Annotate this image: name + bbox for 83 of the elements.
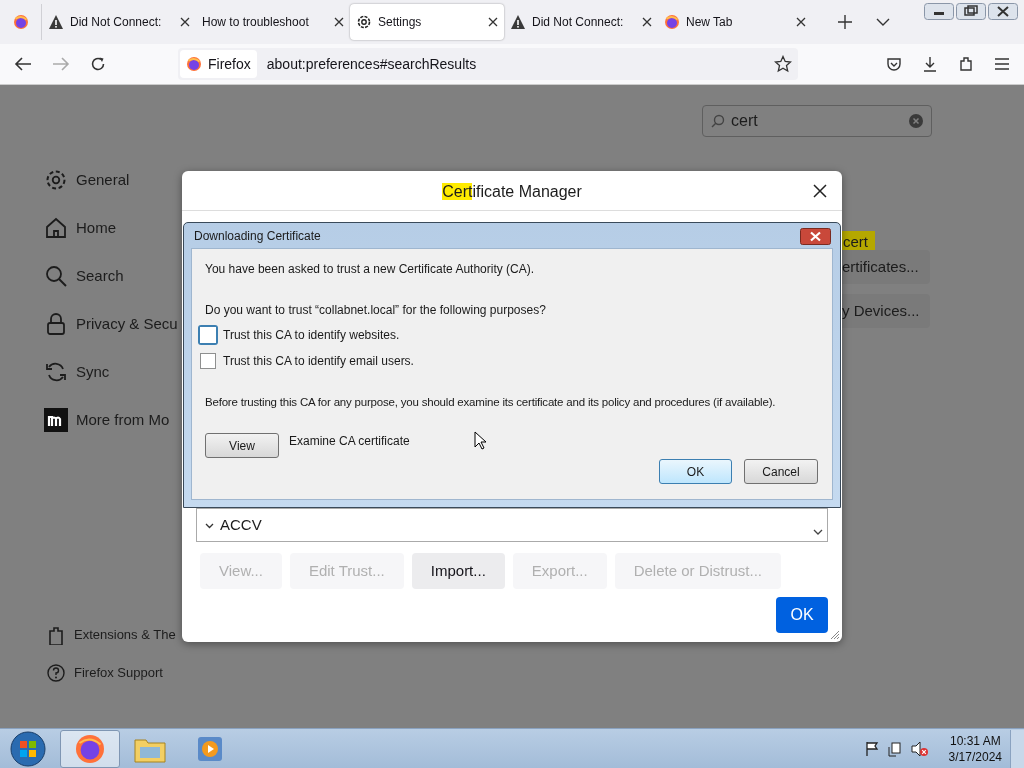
pocket-icon[interactable] xyxy=(886,56,902,72)
sidebar-link[interactable]: Extensions & The xyxy=(46,625,176,645)
tab-title: How to troubleshoot xyxy=(202,14,310,31)
tab-title: Did Not Connect: xyxy=(70,14,163,31)
dialog-button[interactable]: Import... xyxy=(411,553,505,589)
puzzle-icon[interactable] xyxy=(958,56,974,72)
back-arrow-icon[interactable] xyxy=(14,57,32,71)
tab-title: New Tab xyxy=(686,14,734,31)
clock[interactable]: 10:31 AM 3/17/2024 xyxy=(948,732,1002,765)
close-icon[interactable] xyxy=(334,17,344,27)
padlock-icon xyxy=(44,312,68,336)
dialog-question: Do you want to trust “collabnet.local” for the following purposes? xyxy=(205,302,547,319)
start-button-icon[interactable] xyxy=(10,730,46,767)
url-text: about:preferences#searchResults xyxy=(266,54,478,74)
certificate-list-row[interactable]: ACCV xyxy=(196,508,828,542)
browser-tab[interactable]: How to troubleshoot xyxy=(196,4,350,40)
browser-tab[interactable]: Settings xyxy=(350,4,504,40)
dialog-message: Before trusting this CA for any purpose, you should examine its certificate and its policy and procedures (if available). xyxy=(205,395,777,410)
bookmark-star-icon[interactable] xyxy=(774,55,792,73)
warning-icon xyxy=(510,14,526,30)
close-icon[interactable] xyxy=(800,228,831,245)
settings-icon xyxy=(44,168,68,192)
tab-title: Did Not Connect: xyxy=(532,14,625,31)
close-icon[interactable] xyxy=(488,17,498,27)
resize-grip-icon xyxy=(830,630,840,640)
browser-tab[interactable]: Did Not Connect: xyxy=(504,4,658,40)
firefox-logo-icon xyxy=(664,14,680,30)
mozilla-logo-icon xyxy=(44,408,68,432)
ok-button[interactable]: OK xyxy=(776,597,828,633)
dialog-message: You have been asked to trust a new Certificate Authority (CA). xyxy=(205,261,536,278)
sidebar-item[interactable]: Home xyxy=(44,216,178,240)
settings-icon xyxy=(356,14,372,30)
settings-button[interactable]: ertificates... xyxy=(842,250,930,284)
help-icon xyxy=(46,663,66,683)
menu-icon[interactable] xyxy=(994,57,1010,71)
sync-icon xyxy=(44,360,68,384)
restore-icon[interactable] xyxy=(956,3,986,20)
tab-title: Settings xyxy=(378,14,423,31)
dialog-title: Downloading Certificate xyxy=(194,227,321,245)
sidebar-link[interactable]: Firefox Support xyxy=(46,663,176,683)
firefox-logo-icon xyxy=(186,56,202,72)
sidebar-item[interactable]: More from Mo xyxy=(44,408,178,432)
media-player-icon xyxy=(197,735,223,762)
sidebar-item[interactable]: General xyxy=(44,168,178,192)
taskbar-button[interactable] xyxy=(60,729,120,768)
browser-tab[interactable]: Did Not Connect: xyxy=(42,4,196,40)
firefox-logo-icon xyxy=(12,14,29,30)
search-field[interactable]: cert xyxy=(702,105,932,137)
sidebar-item[interactable]: Search xyxy=(44,264,178,288)
mouse-pointer-icon xyxy=(473,431,486,451)
address-bar[interactable]: Firefox about:preferences#searchResults xyxy=(178,48,798,80)
home-icon xyxy=(44,216,68,240)
firefox-logo-icon xyxy=(75,733,105,764)
reload-icon[interactable] xyxy=(90,56,106,72)
checkbox-label: Trust this CA to identify websites. xyxy=(223,327,400,344)
cancel-button[interactable]: Cancel xyxy=(744,459,818,485)
clear-icon[interactable] xyxy=(909,114,923,128)
sidebar-item[interactable]: Privacy & Secu xyxy=(44,312,178,336)
search-icon xyxy=(711,114,725,128)
close-icon[interactable] xyxy=(988,3,1018,20)
close-icon[interactable] xyxy=(642,17,652,27)
close-icon[interactable] xyxy=(813,184,827,198)
minimize-icon[interactable] xyxy=(924,3,954,20)
new-tab-plus-icon[interactable] xyxy=(838,15,852,29)
view-button[interactable]: View xyxy=(205,433,279,459)
warning-icon xyxy=(48,14,64,30)
flag-icon[interactable] xyxy=(864,740,879,757)
identity-label: Firefox xyxy=(208,54,251,74)
browser-tab[interactable]: New Tab xyxy=(658,4,812,40)
close-icon[interactable] xyxy=(180,17,190,27)
checkbox[interactable] xyxy=(200,353,216,369)
search-icon xyxy=(44,264,68,288)
sidebar-item[interactable]: Sync xyxy=(44,360,178,384)
download-icon[interactable] xyxy=(922,56,938,72)
checkbox-label: Trust this CA to identify email users. xyxy=(223,353,414,370)
view-caption: Examine CA certificate xyxy=(289,433,410,451)
search-input[interactable]: cert xyxy=(731,109,903,133)
network-icon[interactable] xyxy=(886,740,903,757)
ok-button[interactable]: OK xyxy=(659,459,732,485)
close-icon[interactable] xyxy=(796,17,806,27)
speaker-muted-icon[interactable] xyxy=(910,740,929,757)
puzzle-icon xyxy=(46,625,66,645)
settings-button[interactable]: y Devices... xyxy=(842,294,930,328)
